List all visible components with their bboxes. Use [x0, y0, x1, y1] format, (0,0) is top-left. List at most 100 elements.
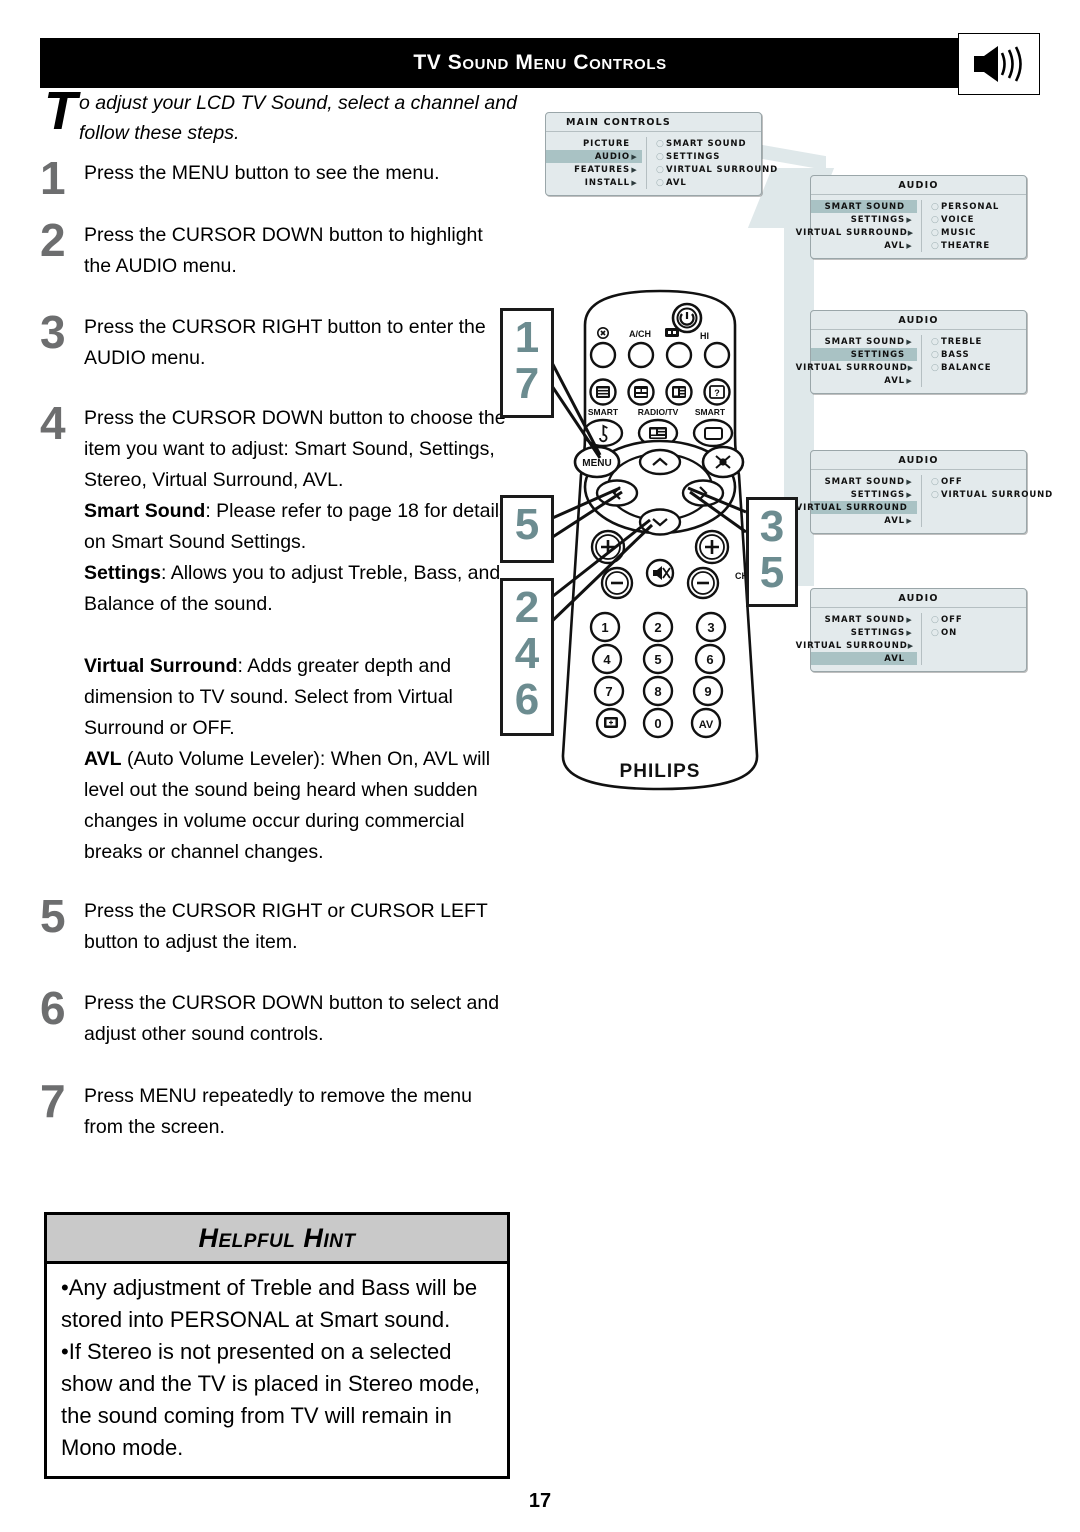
osd-menu-item[interactable]: INSTALL ▶	[546, 176, 642, 189]
osd-menu-item[interactable]: VIRTUAL SURROUND▶	[796, 639, 917, 652]
brand-logo: PHILIPS	[620, 761, 701, 782]
key-7: 7	[593, 675, 625, 707]
page-header-bar: TV Sound Menu Controls	[40, 33, 1040, 95]
key-9: 9	[692, 675, 724, 707]
step-text: Press the CURSOR DOWN button to highligh…	[84, 224, 483, 277]
svg-text:0: 0	[654, 716, 661, 731]
intro-paragraph: To adjust your LCD TV Sound, select a ch…	[44, 84, 524, 148]
osd-menu-item-label: VIRTUAL SURROUND	[795, 502, 908, 513]
osd-menu-item[interactable]: PICTURE▶	[546, 137, 642, 150]
osd-menu-item[interactable]: AVL▶	[811, 514, 917, 527]
osd-menu-item[interactable]: FEATURES ▶	[546, 163, 642, 176]
osd-option-item[interactable]: ○ THEATRE	[928, 239, 1026, 252]
callout-number: 7	[514, 359, 540, 408]
cursor-right-button	[681, 479, 725, 507]
osd-menu-item[interactable]: SMART SOUND▶	[811, 613, 917, 626]
key-3: 3	[695, 611, 727, 643]
osd-right-column: ○ OFF ○ VIRTUAL SURROUND	[922, 475, 1056, 527]
osd-menu-item[interactable]: SMART SOUND▶	[811, 335, 917, 348]
callout-number: 2	[514, 583, 540, 632]
step-number: 6	[40, 982, 66, 1034]
key-5: 5	[642, 643, 674, 675]
osd-menu-item[interactable]: SETTINGS▶	[811, 626, 917, 639]
speaker-sound-icon	[958, 33, 1040, 95]
osd-option-item[interactable]: ○ ON	[928, 626, 1026, 639]
step-5: 5 Press the CURSOR RIGHT or CURSOR LEFT …	[40, 893, 510, 958]
osd-option-item[interactable]: ○ TREBLE	[928, 335, 1026, 348]
svg-text:SMART: SMART	[695, 407, 726, 417]
osd-menu-item-label: SETTINGS	[850, 214, 905, 225]
radio-dot-icon: ○	[931, 336, 940, 347]
osd-option-label: TREBLE	[941, 336, 983, 347]
osd-menu-item[interactable]: SETTINGS▶	[811, 348, 917, 361]
osd-option-item[interactable]: ○ OFF	[928, 613, 1026, 626]
osd-menu-item[interactable]: SMART SOUND▶	[811, 475, 917, 488]
osd-option-item[interactable]: ○ BASS	[928, 348, 1026, 361]
osd-option-item[interactable]: ○ MUSIC	[928, 226, 1026, 239]
osd-option-label: BALANCE	[941, 362, 992, 373]
volume-down-button	[600, 566, 634, 600]
osd-option-item[interactable]: ○ VIRTUAL SURROUND	[928, 488, 1056, 501]
radio-dot-icon: ○	[931, 227, 940, 238]
osd-title: AUDIO	[811, 176, 1026, 195]
osd-menu-item[interactable]: AVL▶	[811, 374, 917, 387]
osd-option-item[interactable]: ○ AVL	[653, 176, 781, 189]
osd-menu-item[interactable]: SETTINGS▶	[811, 488, 917, 501]
osd-menu-item[interactable]: SMART SOUND▶	[811, 200, 917, 213]
osd-option-item[interactable]: ○ SMART SOUND	[653, 137, 781, 150]
osd-option-item[interactable]: ○ BALANCE	[928, 361, 1026, 374]
radio-dot-icon: ○	[931, 349, 940, 360]
osd-menu-item-label: VIRTUAL SURROUND	[795, 362, 908, 373]
chevron-right-icon: ▶	[908, 504, 914, 512]
radio-dot-icon: ○	[656, 151, 665, 162]
osd-option-label: THEATRE	[941, 240, 991, 251]
step-number: 1	[40, 152, 66, 204]
radio-dot-icon: ○	[931, 201, 940, 212]
chevron-right-icon: ▶	[906, 337, 913, 346]
svg-text:3: 3	[707, 620, 714, 635]
osd-option-item[interactable]: ○ OFF	[928, 475, 1056, 488]
osd-menu-item[interactable]: AVL▶	[811, 239, 917, 252]
callout-number: 5	[759, 548, 785, 597]
osd-option-label: VOICE	[941, 214, 975, 225]
helpful-hint-box: Helpful Hint •Any adjustment of Treble a…	[44, 1212, 510, 1479]
osd-audio-avl: AUDIO SMART SOUND ▶ SETTINGS ▶ VIRTUAL SURRO…	[796, 588, 1027, 672]
chevron-right-icon: ▶	[905, 203, 914, 211]
osd-menu-item[interactable]: VIRTUAL SURROUND▶	[796, 361, 917, 374]
osd-menu-item-label: SMART SOUND	[824, 201, 905, 212]
osd-option-label: OFF	[941, 476, 963, 487]
callout-number: 6	[514, 675, 540, 724]
osd-option-item[interactable]: ○ VIRTUAL SURROUND	[653, 163, 781, 176]
osd-menu-item[interactable]: AUDIO ▶	[546, 150, 642, 163]
cursor-up-button	[638, 448, 682, 476]
osd-option-label: OFF	[941, 614, 963, 625]
radio-dot-icon: ○	[931, 627, 940, 638]
menu-button: MENU	[573, 445, 621, 479]
volume-up-button	[590, 529, 626, 565]
step-text: Press the CURSOR RIGHT button to enter t…	[84, 316, 486, 369]
osd-option-item[interactable]: ○ PERSONAL	[928, 200, 1026, 213]
osd-menu-item[interactable]: SETTINGS▶	[811, 213, 917, 226]
svg-text:2: 2	[654, 620, 661, 635]
chevron-right-icon: ▶	[907, 228, 914, 237]
step-7: 7 Press MENU repeatedly to remove the me…	[40, 1078, 510, 1143]
osd-menu-item-label: AVL	[884, 653, 905, 664]
cursor-left-button	[595, 479, 639, 507]
chevron-right-icon: ▶	[906, 628, 913, 637]
osd-audio-settings: AUDIO SMART SOUND▶SETTINGS▶VIRTUAL SURRO…	[796, 310, 1027, 394]
osd-menu-item[interactable]: AVL▶	[811, 652, 917, 665]
step-3: 3 Press the CURSOR RIGHT button to enter…	[40, 309, 510, 374]
osd-option-label: MUSIC	[941, 227, 977, 238]
osd-menu-item[interactable]: VIRTUAL SURROUND▶	[796, 501, 917, 514]
chevron-right-icon: ▶	[906, 490, 913, 499]
osd-menu-item-label: SMART SOUND	[824, 476, 905, 487]
osd-menu-item-label: SMART SOUND	[824, 336, 905, 347]
osd-option-label: AVL	[666, 177, 687, 188]
step-4-line1: Press the CURSOR DOWN button to choose t…	[84, 407, 506, 491]
osd-option-label: VIRTUAL SURROUND	[666, 164, 779, 175]
osd-option-item[interactable]: ○ SETTINGS	[653, 150, 781, 163]
osd-menu-item[interactable]: VIRTUAL SURROUND▶	[796, 226, 917, 239]
callout-number: 3	[759, 502, 785, 551]
chevron-right-icon: ▶	[631, 178, 638, 187]
osd-option-item[interactable]: ○ VOICE	[928, 213, 1026, 226]
